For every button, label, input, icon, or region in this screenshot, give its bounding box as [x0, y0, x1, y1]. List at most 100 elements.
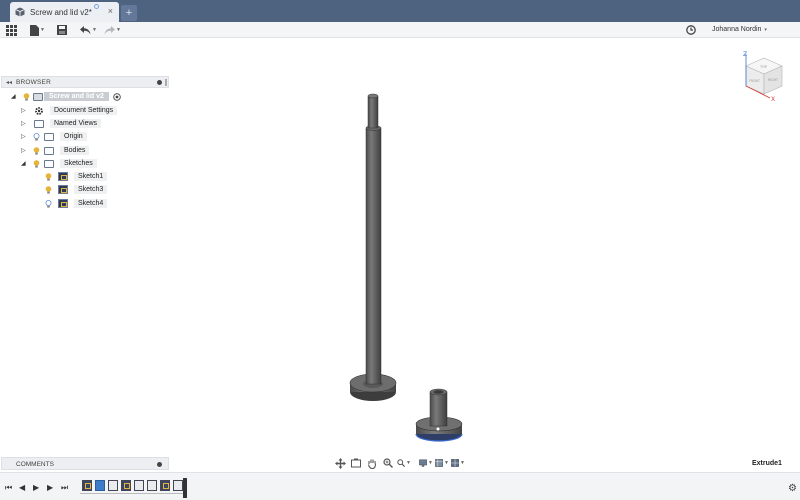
zoom-button[interactable]	[381, 457, 395, 469]
expanded-arrow-icon[interactable]: ◢	[21, 160, 29, 167]
monitor-icon	[419, 459, 427, 467]
save-button[interactable]	[57, 24, 67, 36]
comments-title: COMMENTS	[16, 461, 54, 468]
tree-item-sketch1[interactable]: Sketch1	[43, 171, 108, 182]
lightbulb-icon[interactable]	[23, 92, 30, 101]
timeline-sketch-feature[interactable]	[121, 480, 131, 491]
go-to-end-button[interactable]: ⏭	[61, 483, 68, 493]
tree-item-sketch3[interactable]: Sketch3	[43, 184, 108, 195]
tree-item-bodies[interactable]: ▷ Bodies	[21, 145, 90, 156]
go-to-start-button[interactable]: ⏮	[5, 483, 12, 493]
lightbulb-off-icon[interactable]	[33, 132, 40, 141]
lid-body[interactable]	[415, 388, 463, 442]
sketch-icon	[58, 172, 68, 181]
display-settings-button[interactable]: ▼	[419, 457, 433, 469]
timeline-extrude-feature[interactable]	[147, 480, 157, 491]
browser-title: BROWSER	[16, 78, 51, 86]
clock-icon	[686, 25, 696, 35]
timeline-sketch-feature[interactable]	[82, 480, 92, 491]
app-grid-button[interactable]	[6, 24, 17, 36]
timeline-marker[interactable]	[183, 478, 187, 498]
tree-item-named-views[interactable]: ▷ Named Views	[21, 118, 102, 129]
sync-status-icon	[94, 4, 99, 9]
comments-panel-header[interactable]: COMMENTS	[1, 457, 169, 470]
timeline-extrude-feature[interactable]	[108, 480, 118, 491]
redo-button[interactable]: ▼	[104, 24, 121, 36]
tree-item-label: Sketch3	[74, 185, 108, 194]
expand-arrow-icon[interactable]: ▷	[21, 120, 29, 127]
undo-button[interactable]: ▼	[80, 24, 97, 36]
timeline-bar: ⏮ ◀ ▶ ▶ ⏭ ⚙	[0, 472, 800, 500]
lightbulb-icon[interactable]	[45, 172, 52, 181]
viewports-button[interactable]: ▼	[451, 457, 465, 469]
collapse-panel-button[interactable]: ◂◂	[6, 79, 16, 86]
orbit-move-button[interactable]	[333, 457, 347, 469]
active-feature-label: Extrude1	[752, 460, 782, 467]
viewcube-right-label: RIGHT	[768, 78, 778, 82]
chevron-down-icon: ▼	[428, 460, 433, 466]
3d-viewport[interactable]	[0, 0, 800, 500]
sketch-icon	[58, 199, 68, 208]
tree-item-sketches[interactable]: ◢ Sketches	[21, 158, 97, 169]
timeline-features	[80, 480, 185, 494]
pin-icon[interactable]	[157, 80, 162, 85]
timeline-extrude-feature[interactable]	[173, 480, 183, 491]
close-tab-button[interactable]: ×	[108, 6, 113, 16]
cube-icon	[15, 7, 25, 17]
grid-settings-icon	[435, 459, 443, 467]
viewcube-top-label: TOP	[759, 65, 767, 69]
step-forward-button[interactable]: ▶	[47, 483, 53, 492]
timeline-sketch-feature[interactable]	[160, 480, 170, 491]
toolbar: ▼ ▼ ▼ Johanna Nordin ▾	[0, 22, 800, 38]
tree-item-origin[interactable]: ▷ Origin	[21, 131, 87, 142]
step-back-button[interactable]: ◀	[19, 483, 25, 492]
chevron-down-icon: ▼	[116, 27, 121, 33]
chevron-down-icon: ▼	[92, 27, 97, 33]
tree-item-label: Origin	[60, 132, 87, 141]
job-status-button[interactable]	[686, 24, 696, 36]
document-tab[interactable]: Screw and lid v2* ×	[10, 2, 119, 22]
lightbulb-icon[interactable]	[33, 146, 40, 155]
activate-component-icon[interactable]	[113, 92, 121, 101]
tree-item-label: Document Settings	[50, 106, 118, 115]
grid-icon	[6, 24, 17, 36]
expand-arrow-icon[interactable]: ▷	[21, 133, 29, 140]
folder-icon	[34, 119, 44, 128]
lightbulb-icon[interactable]	[45, 185, 52, 194]
lightbulb-off-icon[interactable]	[45, 199, 52, 208]
hand-icon	[367, 459, 377, 469]
folder-icon	[44, 146, 54, 155]
browser-panel-header[interactable]: ◂◂ BROWSER	[1, 76, 169, 88]
chevron-down-icon: ▼	[460, 460, 465, 466]
expand-arrow-icon[interactable]: ▷	[21, 147, 29, 154]
grid-snaps-button[interactable]: ▼	[435, 457, 449, 469]
move-icon	[334, 457, 346, 469]
tree-root-row[interactable]: ◢ Screw and lid v2	[11, 91, 121, 102]
tree-item-document-settings[interactable]: ▷ Document Settings	[21, 105, 118, 116]
lightbulb-icon[interactable]	[33, 159, 40, 168]
root-component-label[interactable]: Screw and lid v2	[44, 92, 109, 101]
viewcube-z-label: Z	[743, 51, 747, 58]
viewcube-x-label: X	[771, 96, 775, 102]
user-menu[interactable]: Johanna Nordin ▾	[712, 26, 767, 33]
panel-resize-handle[interactable]	[165, 79, 167, 86]
fit-window-button[interactable]: ▼	[397, 457, 411, 469]
expanded-arrow-icon[interactable]: ◢	[11, 93, 19, 100]
look-at-button[interactable]	[349, 457, 363, 469]
view-cube[interactable]: Z X TOP FRONT RIGHT	[740, 50, 786, 102]
expand-arrow-icon[interactable]: ▷	[21, 107, 29, 114]
folder-icon	[44, 159, 54, 168]
pin-icon[interactable]	[157, 462, 162, 467]
tree-item-label: Sketch4	[74, 199, 108, 208]
screw-body[interactable]	[349, 93, 397, 401]
file-menu-button[interactable]: ▼	[30, 24, 45, 36]
pan-button[interactable]	[365, 457, 379, 469]
gear-icon[interactable]: ⚙	[788, 483, 797, 494]
navigation-bar: ▼ ▼ ▼ ▼	[331, 456, 467, 470]
timeline-extrude-feature[interactable]	[134, 480, 144, 491]
tree-item-sketch4[interactable]: Sketch4	[43, 198, 108, 209]
new-tab-button[interactable]: +	[121, 5, 137, 21]
play-button[interactable]: ▶	[33, 483, 39, 492]
tree-item-label: Bodies	[60, 146, 90, 155]
timeline-extrude-feature[interactable]	[95, 480, 105, 491]
